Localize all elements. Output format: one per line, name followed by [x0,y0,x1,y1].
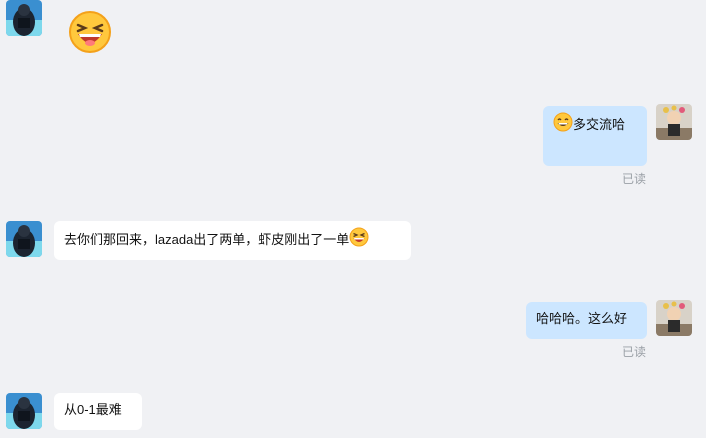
grinning-face-icon [553,112,573,139]
message-text: 去你们那回来，lazada出了两单，虾皮刚出了一单 [64,231,350,247]
read-status: 已读 [622,345,647,359]
laughing-face-icon [349,227,369,254]
contact-avatar[interactable] [6,0,42,36]
message-text: 从0-1最难 [64,402,122,417]
message-text: 多交流哈 [573,116,626,132]
message-bubble-outgoing[interactable]: 多交流哈 [543,106,647,166]
contact-avatar[interactable] [6,221,42,257]
chat-thread: 多交流哈 已读 去你们那回来，lazada出了两单，虾皮刚出了一单 哈哈哈。这么… [0,0,706,438]
laughing-face-icon [68,10,112,54]
self-avatar[interactable] [656,104,692,140]
message-bubble-outgoing[interactable]: 哈哈哈。这么好 [526,302,647,339]
message-text: 哈哈哈。这么好 [536,311,628,326]
message-bubble-incoming[interactable]: 去你们那回来，lazada出了两单，虾皮刚出了一单 [54,221,411,260]
contact-avatar[interactable] [6,393,42,429]
read-status: 已读 [622,172,647,186]
message-bubble-incoming[interactable]: 从0-1最难 [54,393,142,430]
self-avatar[interactable] [656,300,692,336]
